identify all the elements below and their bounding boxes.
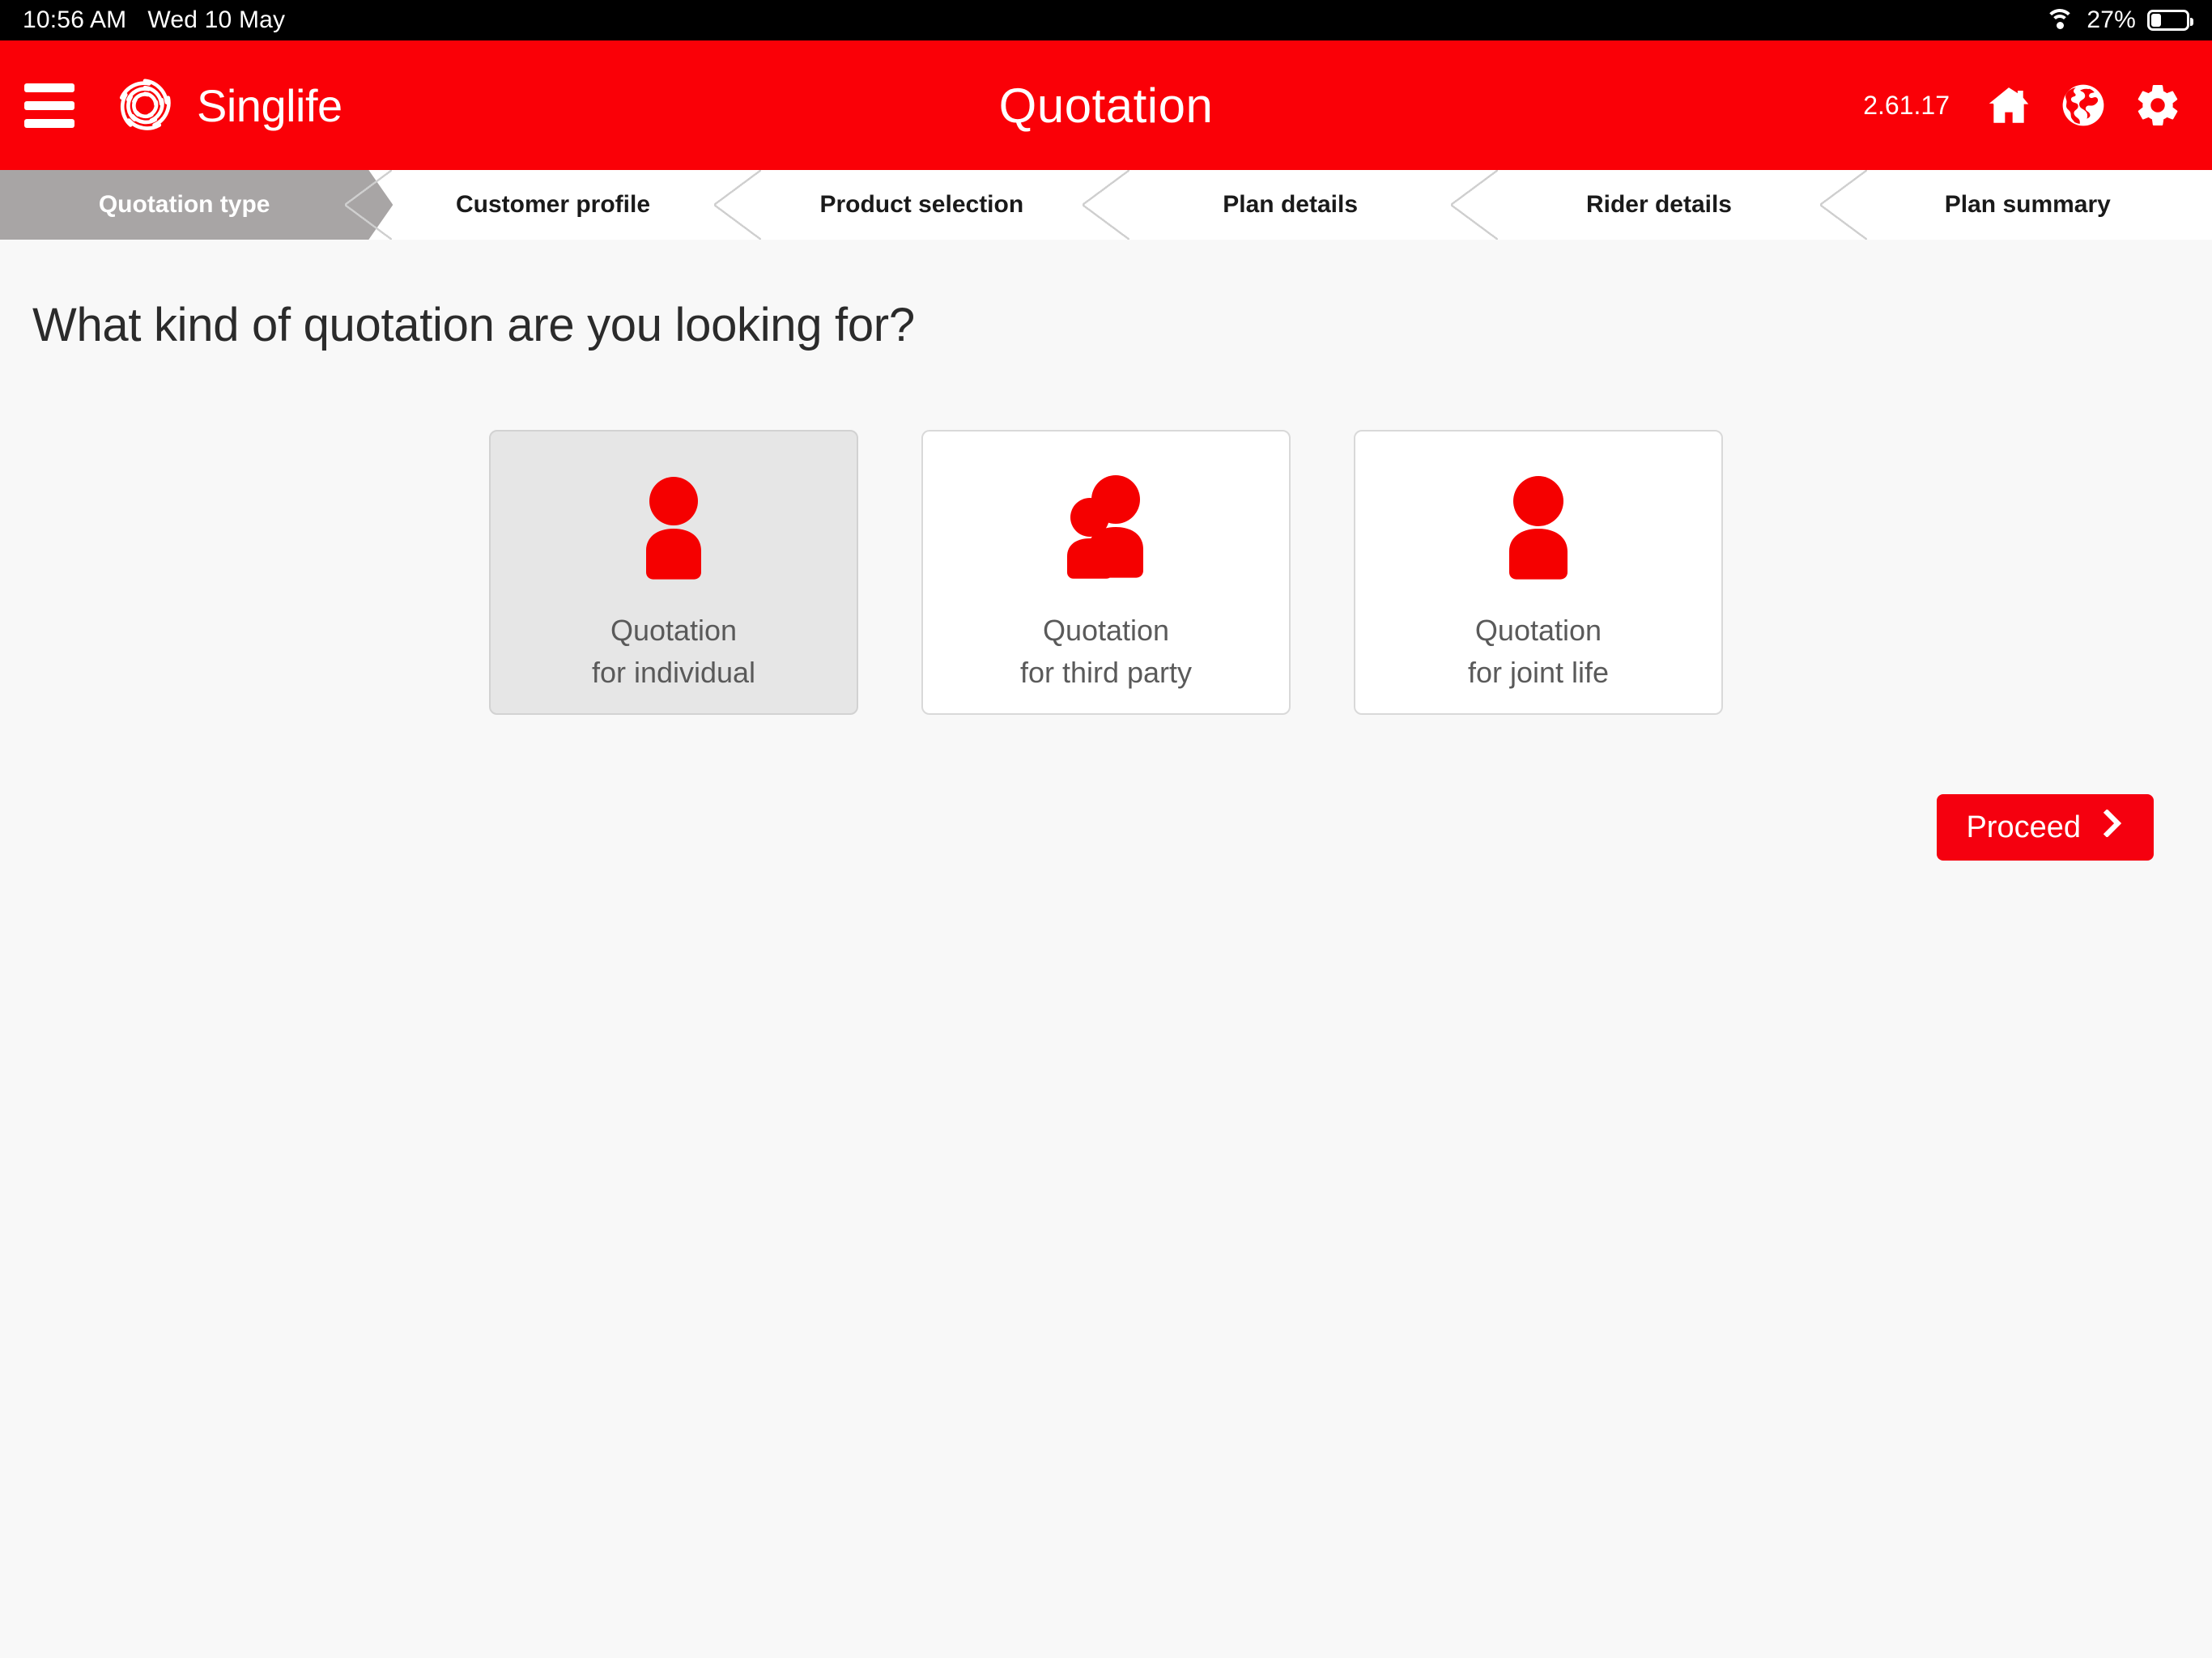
step-label: Customer profile — [455, 191, 650, 218]
step-product-selection[interactable]: Product selection — [713, 170, 1106, 240]
status-bar-time: 10:56 AM — [23, 6, 127, 33]
quotation-type-options: Quotation for individual Quotation for t… — [0, 430, 2212, 715]
single-person-icon — [1487, 462, 1590, 592]
chevron-right-icon — [2100, 809, 2125, 845]
two-people-icon — [1054, 462, 1158, 592]
gear-icon[interactable] — [2133, 80, 2183, 130]
status-bar-left: 10:56 AM Wed 10 May — [23, 6, 285, 34]
globe-icon[interactable] — [2058, 80, 2108, 130]
status-bar-right: 27% — [2044, 6, 2193, 34]
brand-wordmark: Singlife — [197, 79, 342, 131]
app-header-actions: 2.61.17 — [1863, 80, 2183, 130]
card-label-line2: for individual — [591, 656, 756, 690]
wifi-icon — [2044, 9, 2075, 32]
card-label-line1: Quotation — [610, 614, 738, 647]
home-icon[interactable] — [1984, 80, 2034, 130]
app-version-label: 2.61.17 — [1863, 90, 1950, 120]
step-plan-details[interactable]: Plan details — [1082, 170, 1474, 240]
card-label: Quotation for joint life — [1468, 610, 1609, 694]
proceed-button-label: Proceed — [1966, 810, 2081, 844]
page-content: What kind of quotation are you looking f… — [0, 240, 2212, 1658]
step-customer-profile[interactable]: Customer profile — [345, 170, 737, 240]
step-label: Rider details — [1585, 191, 1732, 218]
step-quotation-type[interactable]: Quotation type — [0, 170, 368, 240]
question-heading: What kind of quotation are you looking f… — [32, 299, 915, 351]
action-row: Proceed — [0, 794, 2212, 861]
card-quotation-for-joint-life[interactable]: Quotation for joint life — [1354, 430, 1723, 715]
step-label: Quotation type — [98, 191, 270, 218]
battery-percent-label: 27% — [2087, 6, 2136, 33]
step-label: Plan summary — [1944, 191, 2111, 218]
status-bar-date: Wed 10 May — [147, 6, 286, 33]
brand-logo: Singlife — [111, 71, 342, 139]
singlife-swirl-logo-icon — [111, 71, 179, 139]
app-header: Singlife Quotation 2.61.17 — [0, 40, 2212, 170]
step-label: Plan details — [1223, 191, 1359, 218]
card-quotation-for-individual[interactable]: Quotation for individual — [489, 430, 858, 715]
card-label-line1: Quotation — [1474, 614, 1602, 647]
step-label: Product selection — [819, 191, 1024, 218]
proceed-button[interactable]: Proceed — [1937, 794, 2154, 861]
card-label: Quotation for third party — [1020, 610, 1192, 694]
breadcrumb: Quotation type Customer profile Product … — [0, 170, 2212, 240]
card-label: Quotation for individual — [592, 610, 755, 694]
single-person-icon — [622, 462, 725, 592]
card-label-line2: for joint life — [1467, 656, 1610, 690]
card-label-line1: Quotation — [1042, 614, 1170, 647]
card-quotation-for-third-party[interactable]: Quotation for third party — [921, 430, 1291, 715]
hamburger-menu-icon[interactable] — [24, 80, 74, 130]
step-plan-summary[interactable]: Plan summary — [1819, 170, 2212, 240]
battery-icon — [2147, 10, 2193, 31]
ios-status-bar: 10:56 AM Wed 10 May 27% — [0, 0, 2212, 40]
step-rider-details[interactable]: Rider details — [1451, 170, 1843, 240]
card-label-line2: for third party — [1019, 656, 1193, 690]
